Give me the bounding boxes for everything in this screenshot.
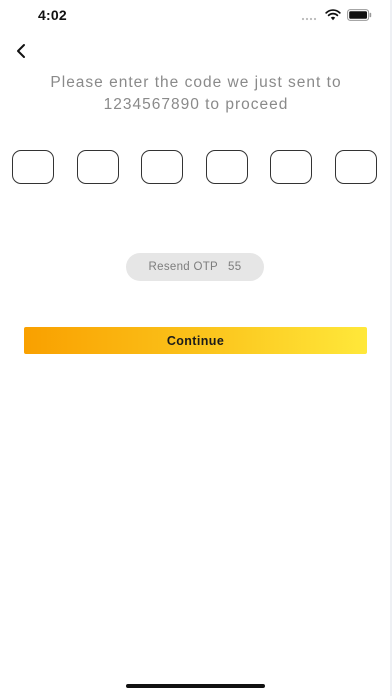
otp-input-row (0, 150, 392, 186)
instruction-line-1: Please enter the code we just sent to (50, 74, 342, 91)
otp-digit-5[interactable] (270, 150, 312, 184)
chevron-left-icon (14, 43, 28, 64)
home-indicator (126, 684, 265, 688)
continue-button[interactable]: Continue (24, 327, 367, 354)
resend-countdown: 55 (228, 261, 242, 273)
instruction-line-2: 1234567890 to proceed (103, 96, 289, 113)
back-button[interactable] (8, 40, 34, 66)
wifi-icon (325, 8, 341, 26)
instruction-text: Please enter the code we just sent to 12… (0, 72, 392, 116)
otp-digit-6[interactable] (335, 150, 377, 184)
otp-digit-1[interactable] (12, 150, 54, 184)
battery-icon (347, 8, 372, 26)
status-time: 4:02 (38, 7, 67, 23)
otp-digit-2[interactable] (77, 150, 119, 184)
status-bar: 4:02 (0, 0, 392, 34)
otp-digit-3[interactable] (141, 150, 183, 184)
resend-otp-button[interactable]: Resend OTP 55 (126, 253, 264, 281)
status-icons (295, 8, 372, 26)
otp-digit-4[interactable] (206, 150, 248, 184)
signal-icon (301, 8, 319, 26)
resend-otp-label: Resend OTP (148, 261, 219, 273)
